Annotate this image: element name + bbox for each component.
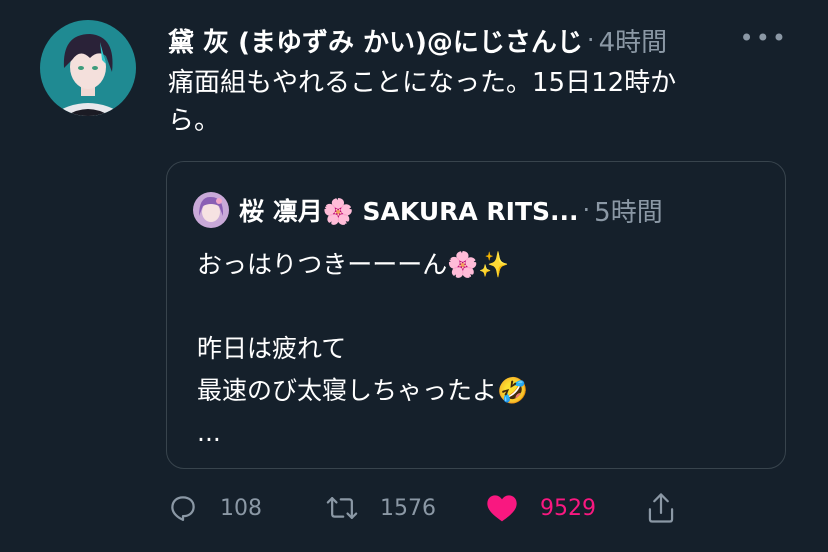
share-button[interactable]: [646, 486, 698, 530]
quoted-author-name[interactable]: 桜 凛月🌸 SAKURA RITS...: [239, 192, 579, 228]
retweet-button[interactable]: 1576: [326, 486, 436, 530]
quoted-tweet[interactable]: 桜 凛月🌸 SAKURA RITS... · 5時間 おっはりつきーーーん🌸✨ …: [166, 161, 786, 469]
tweet-text-line: 痛面組もやれることになった。15日12時か: [168, 68, 677, 98]
reply-count: 108: [220, 495, 262, 521]
tweet-text: 痛面組もやれることになった。15日12時か ら。: [168, 64, 788, 140]
quoted-timestamp[interactable]: 5時間: [594, 192, 663, 229]
retweet-icon: [326, 497, 358, 519]
action-bar: 108 1576 9529: [0, 486, 828, 530]
header-separator: ·: [586, 26, 595, 54]
quoted-header-separator: ·: [582, 196, 591, 224]
tweet-header: 黛 灰 (まゆずみ かい)@にじさんじ · 4時間: [168, 18, 808, 62]
reply-button[interactable]: 108: [168, 486, 262, 530]
like-count: 9529: [540, 495, 596, 521]
quoted-author-avatar[interactable]: [193, 192, 229, 228]
reply-icon: [171, 496, 195, 521]
retweet-count: 1576: [380, 495, 436, 521]
quoted-tweet-text: おっはりつきーーーん🌸✨ 昨日は疲れて 最速のび太寝しちゃったよ🤣 ...: [197, 250, 529, 447]
more-options-icon[interactable]: •••: [740, 24, 788, 52]
heart-icon: [487, 495, 517, 522]
tweet-timestamp[interactable]: 4時間: [599, 22, 668, 59]
quoted-tweet-header: 桜 凛月🌸 SAKURA RITS... · 5時間: [193, 190, 765, 230]
author-avatar[interactable]: [40, 20, 136, 116]
tweet-text-line: ら。: [168, 106, 221, 136]
like-button[interactable]: 9529: [486, 486, 596, 530]
share-icon: [648, 493, 674, 523]
author-name[interactable]: 黛 灰 (まゆずみ かい)@にじさんじ: [168, 22, 583, 59]
